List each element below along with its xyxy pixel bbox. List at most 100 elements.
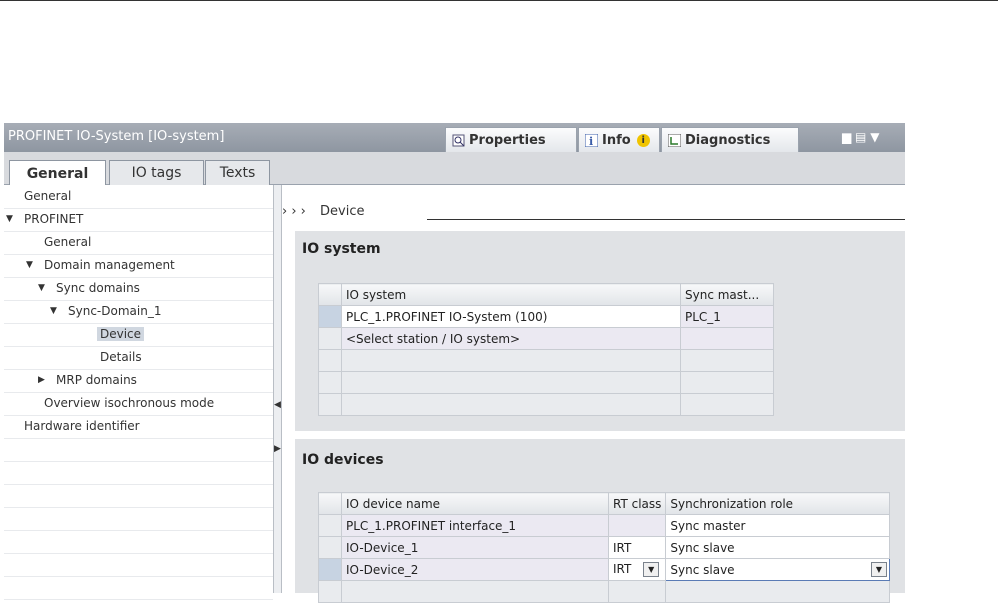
nav-empty-row: [4, 507, 273, 531]
tab-diagnostics-label: Diagnostics: [685, 132, 771, 148]
row-header[interactable]: [318, 536, 342, 559]
table-row[interactable]: IO-Device_2 IRT ▼ Sync slave ▼: [318, 558, 890, 581]
property-navigation-tree: General ▼ PROFINET General ▼ Domain managemen…: [4, 185, 273, 600]
sync-role-cell[interactable]: Sync master: [665, 514, 890, 537]
rt-class-value: IRT: [613, 562, 632, 576]
nav-item-label: Sync domains: [56, 281, 140, 295]
nav-empty-row: [4, 576, 273, 600]
column-header-io-device-name[interactable]: IO device name: [341, 492, 609, 515]
device-name-cell: PLC_1.PROFINET interface_1: [341, 514, 609, 537]
sync-role-cell[interactable]: Sync slave: [665, 536, 890, 559]
info-icon: i: [584, 133, 599, 148]
nav-empty-row: [4, 553, 273, 577]
nav-item-label: Details: [100, 350, 142, 364]
table-row[interactable]: <Select station / IO system>: [318, 327, 774, 350]
nav-item[interactable]: General: [4, 231, 273, 255]
nav-item-label: MRP domains: [56, 373, 137, 387]
breadcrumb-arrows: › › ›: [282, 204, 306, 219]
tab-diagnostics[interactable]: Diagnostics: [661, 127, 799, 152]
io-devices-table: IO device name RT class Synchronization …: [318, 492, 890, 603]
nav-item[interactable]: ▼ Sync-Domain_1: [4, 300, 273, 324]
table-corner: [318, 492, 342, 515]
nav-item[interactable]: ▼ Domain management: [4, 254, 273, 278]
svg-text:i: i: [589, 135, 593, 147]
nav-empty-row: [4, 438, 273, 462]
nav-item[interactable]: ▼ PROFINET: [4, 208, 273, 232]
table-row[interactable]: PLC_1.PROFINET IO-System (100) PLC_1: [318, 305, 774, 328]
nav-item-label: General: [44, 235, 92, 249]
diagnostics-icon: [667, 133, 682, 147]
subtabs-bar: General IO tags Texts: [4, 152, 905, 186]
subtab-texts[interactable]: Texts: [205, 160, 270, 185]
panel-splitter[interactable]: [273, 185, 282, 593]
nav-item-label: Overview isochronous mode: [44, 396, 215, 410]
rt-class-cell[interactable]: IRT: [607, 536, 667, 559]
io-system-cell[interactable]: PLC_1.PROFINET IO-System (100): [341, 305, 681, 328]
row-header[interactable]: [318, 558, 342, 581]
io-devices-heading: IO devices: [302, 452, 384, 468]
row-header[interactable]: [318, 514, 342, 537]
select-station-cell[interactable]: <Select station / IO system>: [341, 327, 681, 350]
nav-item[interactable]: Hardware identifier: [4, 415, 273, 439]
subtab-io-tags[interactable]: IO tags: [109, 160, 204, 185]
nav-empty-row: [4, 461, 273, 485]
table-corner: [318, 283, 342, 306]
table-row: [318, 371, 774, 394]
tab-properties[interactable]: Properties: [445, 127, 577, 152]
rt-class-dropdown[interactable]: IRT ▼: [607, 558, 667, 581]
expand-down-icon[interactable]: ▼: [6, 214, 13, 224]
column-header-io-system[interactable]: IO system: [341, 283, 681, 306]
window-controls[interactable]: ▆ ▤ ▼: [842, 130, 879, 144]
nav-item-label: General: [24, 189, 72, 203]
inspector-title-bar: PROFINET IO-System [IO-system] Propertie…: [4, 123, 905, 152]
row-header[interactable]: [318, 327, 342, 350]
tab-info-label: Info: [602, 132, 631, 148]
nav-item-label: PROFINET: [24, 212, 84, 226]
table-row: [318, 580, 890, 603]
expand-right-icon[interactable]: ▶: [38, 375, 45, 385]
nav-empty-row: [4, 530, 273, 554]
expand-down-icon[interactable]: ▼: [50, 306, 57, 316]
tab-properties-label: Properties: [469, 132, 546, 148]
chevron-down-icon[interactable]: ▼: [871, 562, 887, 577]
io-system-heading: IO system: [302, 241, 381, 257]
nav-item[interactable]: Details: [4, 346, 273, 370]
warning-info-icon: i: [636, 133, 650, 147]
table-row[interactable]: PLC_1.PROFINET interface_1 Sync master: [318, 514, 890, 537]
nav-item[interactable]: ▼ Sync domains: [4, 277, 273, 301]
nav-item-label: Domain management: [44, 258, 175, 272]
sync-master-cell: [680, 327, 774, 350]
expand-down-icon[interactable]: ▼: [38, 283, 45, 293]
rt-class-cell: [607, 514, 667, 537]
nav-item-label: Hardware identifier: [24, 419, 140, 433]
breadcrumb-separator: [427, 219, 905, 220]
collapse-left-icon[interactable]: ◀: [274, 400, 281, 410]
properties-icon: [452, 134, 465, 147]
nav-item[interactable]: Device: [4, 323, 273, 347]
subtab-general[interactable]: General: [9, 160, 106, 186]
nav-item[interactable]: ▶ MRP domains: [4, 369, 273, 393]
table-row[interactable]: IO-Device_1 IRT Sync slave: [318, 536, 890, 559]
io-system-table: IO system Sync mast... PLC_1.PROFINET IO…: [318, 283, 774, 416]
column-header-rt-class[interactable]: RT class: [607, 492, 667, 515]
table-row: [318, 349, 774, 372]
nav-item-label: Sync-Domain_1: [68, 304, 162, 318]
nav-item[interactable]: Overview isochronous mode: [4, 392, 273, 416]
nav-item-label: Device: [97, 327, 145, 341]
column-header-sync-master[interactable]: Sync mast...: [680, 283, 774, 306]
expand-right-icon[interactable]: ▶: [274, 444, 281, 454]
column-header-sync-role[interactable]: Synchronization role: [665, 492, 890, 515]
row-header[interactable]: [318, 305, 342, 328]
expand-down-icon[interactable]: ▼: [26, 260, 33, 270]
chevron-down-icon[interactable]: ▼: [643, 562, 660, 577]
table-row: [318, 393, 774, 416]
nav-item[interactable]: General: [4, 185, 273, 209]
sync-role-value: Sync slave: [670, 562, 735, 577]
sync-master-cell: PLC_1: [680, 305, 774, 328]
tab-info[interactable]: i Info i: [578, 127, 660, 152]
breadcrumb: › › › Device: [282, 204, 364, 219]
sync-role-dropdown[interactable]: Sync slave ▼: [665, 558, 890, 581]
inspector-title: PROFINET IO-System [IO-system]: [8, 129, 225, 144]
device-name-cell: IO-Device_1: [341, 536, 609, 559]
device-name-cell: IO-Device_2: [341, 558, 609, 581]
